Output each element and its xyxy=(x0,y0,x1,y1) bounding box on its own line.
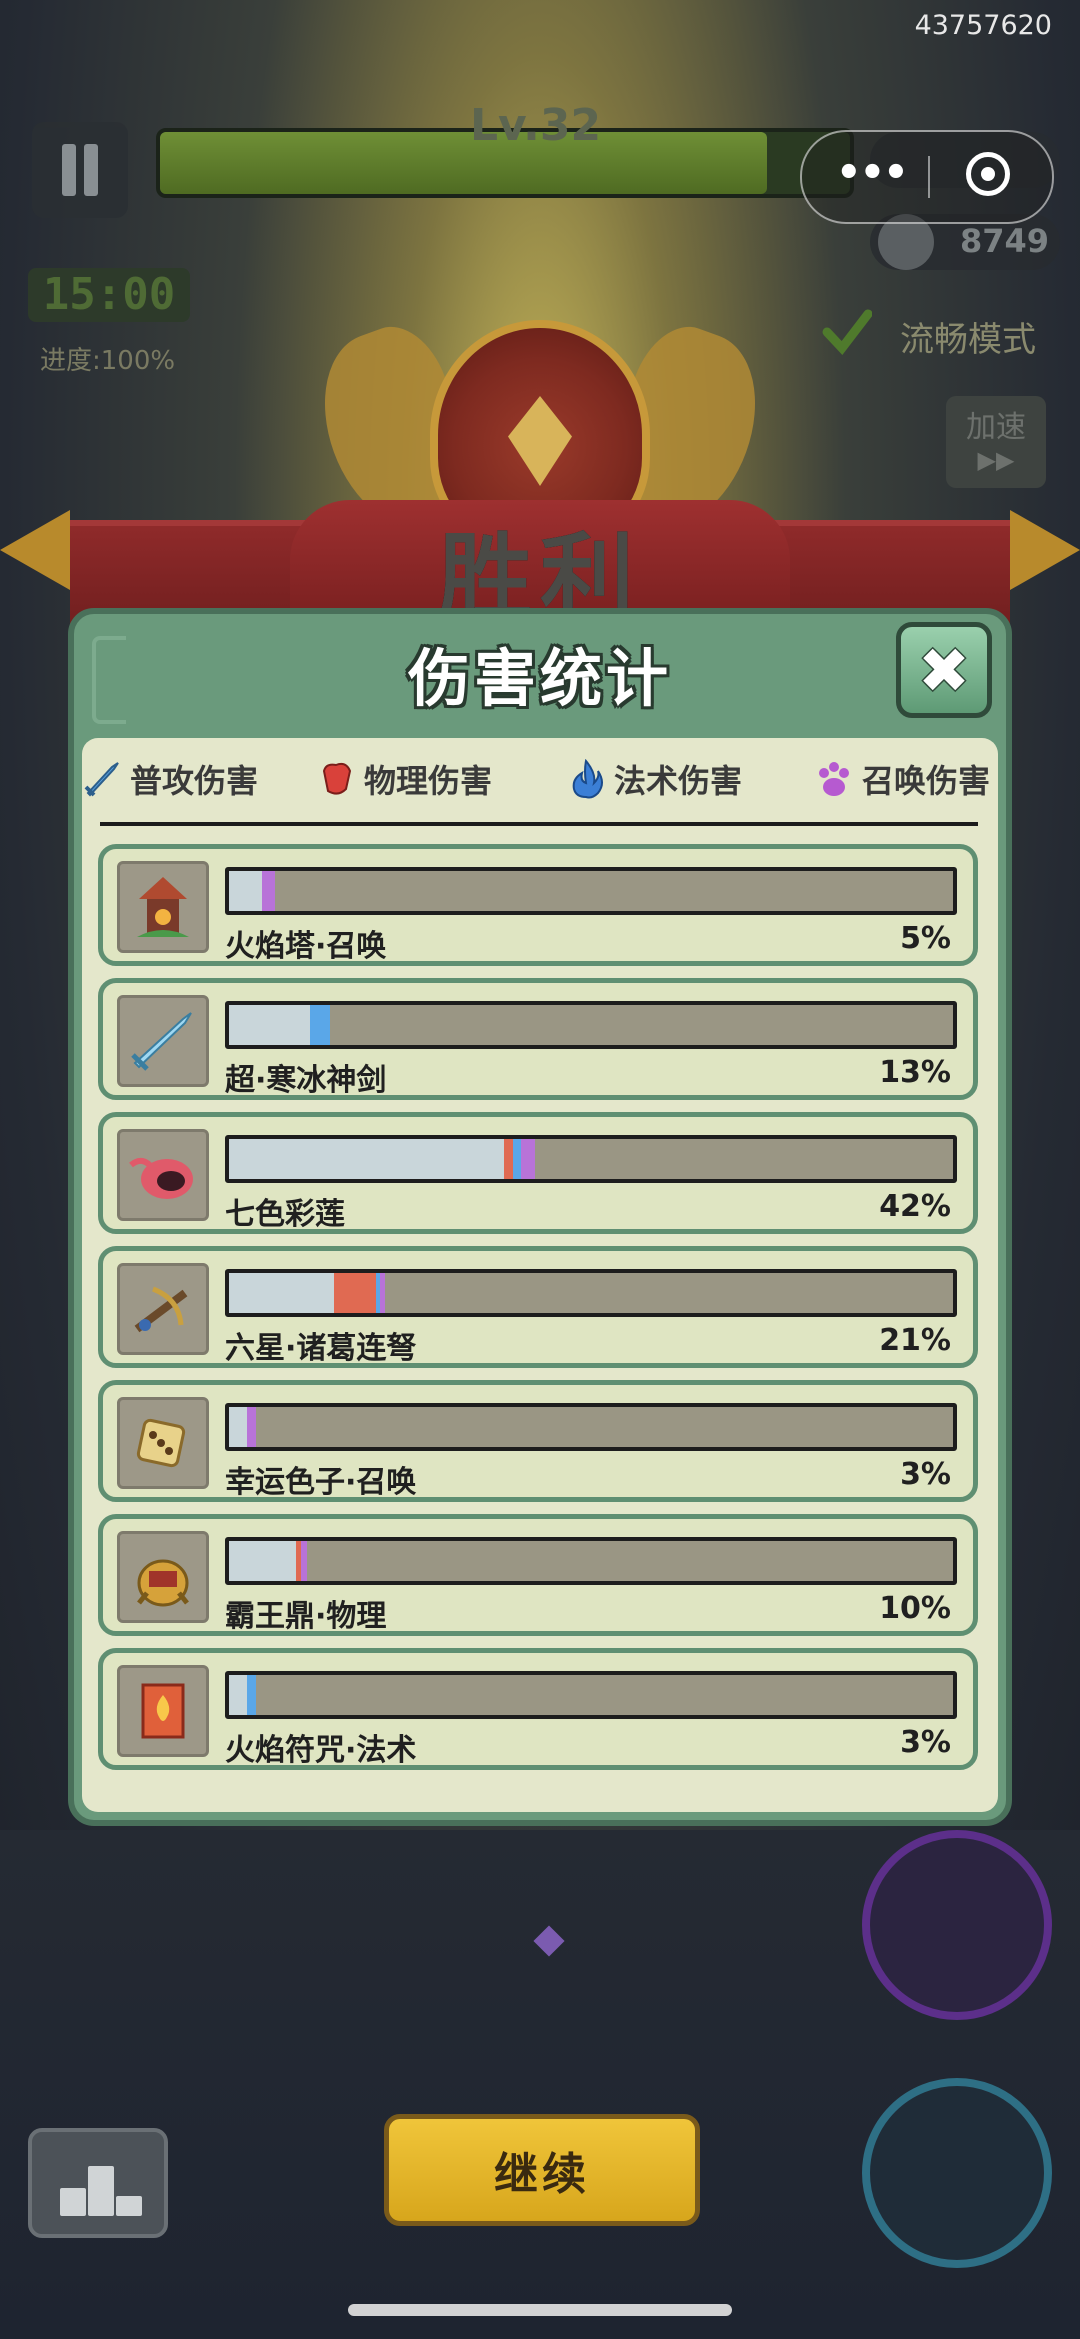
damage-segment-normal xyxy=(229,1541,296,1581)
damage-bar xyxy=(225,1537,957,1585)
kill-count: 8749 xyxy=(960,222,1050,260)
damage-percent: 5% xyxy=(900,921,951,956)
damage-type-legend: 普攻伤害 物理伤害 法术伤害 召唤伤害 xyxy=(82,756,998,808)
damage-bar xyxy=(225,1001,957,1049)
damage-percent: 10% xyxy=(879,1591,951,1626)
lotus-icon xyxy=(117,1129,209,1221)
damage-row: 六星·诸葛连弩 21% xyxy=(98,1246,978,1368)
damage-row: 霸王鼎·物理 10% xyxy=(98,1514,978,1636)
ice-sword-icon xyxy=(117,995,209,1087)
dice-icon xyxy=(117,1397,209,1489)
legend-magic: 法术伤害 xyxy=(566,756,742,802)
damage-segment-normal xyxy=(229,1407,248,1447)
user-id: 43757620 xyxy=(914,10,1052,41)
continue-button[interactable]: 继续 xyxy=(384,2114,700,2226)
weapon-name: 六星·诸葛连弩 xyxy=(225,1331,417,1366)
damage-percent: 13% xyxy=(879,1055,951,1090)
experience-fill xyxy=(160,132,768,194)
crossbow-icon xyxy=(117,1263,209,1355)
damage-bar xyxy=(225,1135,957,1183)
damage-segment-physical xyxy=(333,1273,376,1313)
damage-segment-magic xyxy=(247,1675,256,1715)
more-icon[interactable]: ••• xyxy=(836,150,909,196)
damage-bar xyxy=(225,1269,957,1317)
legend-label: 法术伤害 xyxy=(614,762,743,800)
legend-normal-attack: 普攻伤害 xyxy=(82,756,258,802)
speed-up-button[interactable]: 加速 ▶▶ xyxy=(946,396,1046,488)
legend-label: 普攻伤害 xyxy=(130,762,259,800)
close-miniprogram-icon[interactable] xyxy=(966,152,1010,196)
progress-label: 进度:100% xyxy=(40,346,176,376)
damage-row: 幸运色子·召唤 3% xyxy=(98,1380,978,1502)
damage-segment-summon xyxy=(247,1407,256,1447)
weapon-name: 霸王鼎·物理 xyxy=(225,1599,387,1634)
damage-segment-physical xyxy=(504,1139,513,1179)
damage-percent: 42% xyxy=(879,1189,951,1224)
speed-up-label: 加速 xyxy=(966,410,1026,445)
pause-button[interactable] xyxy=(32,122,128,218)
damage-segment-magic xyxy=(512,1139,522,1179)
damage-row: 火焰塔·召唤 5% xyxy=(98,844,978,966)
podium-icon[interactable] xyxy=(28,2128,168,2238)
damage-segment-summon xyxy=(521,1139,535,1179)
skill-orb-purple xyxy=(862,1830,1052,2020)
legend-label: 物理伤害 xyxy=(364,762,493,800)
paw-icon xyxy=(819,762,849,796)
close-button[interactable]: ✖ xyxy=(896,622,992,718)
weapon-name: 火焰符咒·法术 xyxy=(225,1733,417,1768)
damage-row: 超·寒冰神剑 13% xyxy=(98,978,978,1100)
damage-bar xyxy=(225,1403,957,1451)
fire-talisman-icon xyxy=(117,1665,209,1757)
legend-summon: 召唤伤害 xyxy=(814,756,990,802)
weapon-name: 七色彩莲 xyxy=(225,1197,345,1232)
legend-physical: 物理伤害 xyxy=(316,756,492,802)
checkmark-icon[interactable] xyxy=(822,306,872,356)
damage-segment-normal xyxy=(229,1005,311,1045)
damage-percent: 21% xyxy=(879,1323,951,1358)
damage-row: 火焰符咒·法术 3% xyxy=(98,1648,978,1770)
fire-tower-icon xyxy=(117,861,209,953)
cauldron-icon xyxy=(117,1531,209,1623)
game-timer: 15:00 xyxy=(28,268,190,322)
capsule-divider xyxy=(928,156,930,198)
legend-divider xyxy=(100,822,978,826)
damage-segment-normal xyxy=(229,1139,505,1179)
legend-label: 召唤伤害 xyxy=(862,762,991,800)
home-indicator xyxy=(348,2304,732,2316)
damage-segment-normal xyxy=(229,1273,334,1313)
mini-program-capsule: ••• xyxy=(800,130,1054,224)
flame-icon xyxy=(572,759,603,799)
sword-icon xyxy=(84,762,119,797)
crystal-icon xyxy=(533,1925,565,1957)
skill-orb-blue xyxy=(862,2078,1052,2268)
weapon-name: 超·寒冰神剑 xyxy=(225,1063,387,1098)
damage-segment-normal xyxy=(229,1675,248,1715)
damage-percent: 3% xyxy=(900,1457,951,1492)
damage-percent: 3% xyxy=(900,1725,951,1760)
ribbon-right-end xyxy=(1010,510,1080,590)
damage-segment-magic xyxy=(310,1005,331,1045)
fist-icon xyxy=(322,762,352,795)
damage-segment-summon xyxy=(301,1541,308,1581)
damage-row: 七色彩莲 42% xyxy=(98,1112,978,1234)
damage-segment-summon xyxy=(380,1273,385,1313)
weapon-name: 火焰塔·召唤 xyxy=(225,929,387,964)
damage-segment-summon xyxy=(261,871,275,911)
smooth-mode-label[interactable]: 流畅模式 xyxy=(900,312,1036,361)
damage-bar xyxy=(225,1671,957,1719)
panel-title: 伤害统计 xyxy=(407,642,672,715)
ribbon-left-end xyxy=(0,510,70,590)
level-label: Lv.32 xyxy=(470,100,602,151)
weapon-name: 幸运色子·召唤 xyxy=(225,1465,417,1500)
speed-arrows-icon: ▶▶ xyxy=(977,446,1015,474)
damage-bar xyxy=(225,867,957,915)
damage-segment-normal xyxy=(229,871,262,911)
